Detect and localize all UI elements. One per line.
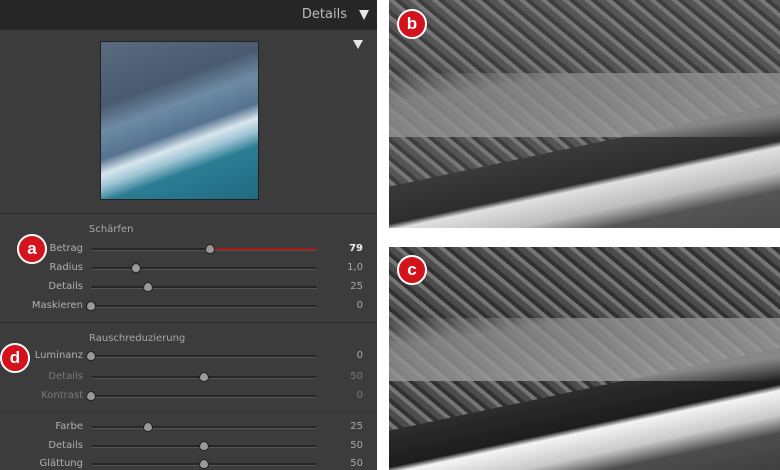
slider-row-details: Details 50 <box>0 440 377 454</box>
preview-toggle-icon[interactable] <box>353 40 363 49</box>
details-panel: Details Schärfen Betrag 79 Radius 1,0 Deta… <box>0 0 377 470</box>
slider-row-glättung: Glättung 50 <box>0 458 377 470</box>
slider-thumb[interactable] <box>199 459 209 469</box>
slider-track[interactable] <box>86 391 317 401</box>
slider-value[interactable]: 0 <box>357 390 363 401</box>
slider-label: Details <box>48 281 83 292</box>
slider-label: Details <box>48 371 83 382</box>
slider-row-kontrast: Kontrast 0 <box>0 390 377 404</box>
slider-label: Details <box>48 440 83 451</box>
slider-value[interactable]: 50 <box>350 371 363 382</box>
slider-track[interactable] <box>91 422 317 432</box>
slider-value[interactable]: 79 <box>349 243 363 254</box>
slider-label: Radius <box>49 262 83 273</box>
slider-row-luminanz: Luminanz 0 <box>0 350 377 364</box>
slider-track[interactable] <box>91 441 317 451</box>
slider-label: Glättung <box>39 458 83 469</box>
slider-label: Kontrast <box>41 390 83 401</box>
slider-value[interactable]: 50 <box>350 458 363 469</box>
section-title-sharpening: Schärfen <box>89 224 134 235</box>
slider-label: Luminanz <box>34 350 83 361</box>
badge-d: d <box>0 343 30 373</box>
divider <box>0 213 377 214</box>
panel-title: Details <box>301 7 347 22</box>
divider <box>0 411 377 412</box>
slider-track[interactable] <box>86 301 317 311</box>
badge-a: a <box>17 234 47 264</box>
slider-label: Betrag <box>49 243 83 254</box>
slider-track[interactable] <box>91 263 317 273</box>
slider-thumb[interactable] <box>199 441 209 451</box>
slider-value[interactable]: 50 <box>350 440 363 451</box>
photo-b <box>389 0 780 228</box>
collapse-triangle-icon[interactable] <box>359 10 369 20</box>
slider-thumb[interactable] <box>131 263 142 273</box>
slider-track[interactable] <box>91 282 317 292</box>
slider-row-farbe: Farbe 25 <box>0 421 377 435</box>
photo-c <box>389 247 780 470</box>
panel-header[interactable]: Details <box>0 0 377 30</box>
badge-c: c <box>397 255 427 285</box>
slider-value[interactable]: 25 <box>350 281 363 292</box>
slider-track[interactable] <box>86 351 317 361</box>
slider-track[interactable] <box>91 244 317 254</box>
divider <box>0 322 377 323</box>
slider-thumb[interactable] <box>199 372 209 382</box>
slider-track[interactable] <box>91 372 317 382</box>
slider-thumb[interactable] <box>86 391 96 401</box>
slider-row-betrag: Betrag 79 <box>0 243 377 257</box>
slider-value[interactable]: 0 <box>357 350 363 361</box>
detail-preview-thumbnail[interactable] <box>100 41 259 200</box>
slider-value[interactable]: 1,0 <box>347 262 363 273</box>
slider-value[interactable]: 0 <box>357 300 363 311</box>
slider-thumb[interactable] <box>205 244 216 254</box>
slider-thumb[interactable] <box>142 282 153 292</box>
slider-value[interactable]: 25 <box>350 421 363 432</box>
slider-thumb[interactable] <box>86 351 96 361</box>
slider-row-radius: Radius 1,0 <box>0 262 377 276</box>
section-title-noise-reduction: Rauschreduzierung <box>89 333 186 344</box>
slider-thumb[interactable] <box>142 422 153 432</box>
slider-row-details: Details 25 <box>0 281 377 295</box>
slider-row-maskieren: Maskieren 0 <box>0 300 377 314</box>
slider-label: Farbe <box>55 421 83 432</box>
slider-track[interactable] <box>91 459 317 469</box>
slider-row-details: Details 50 <box>0 371 377 385</box>
slider-thumb[interactable] <box>86 301 96 311</box>
slider-label: Maskieren <box>31 300 83 311</box>
badge-b: b <box>397 9 427 39</box>
